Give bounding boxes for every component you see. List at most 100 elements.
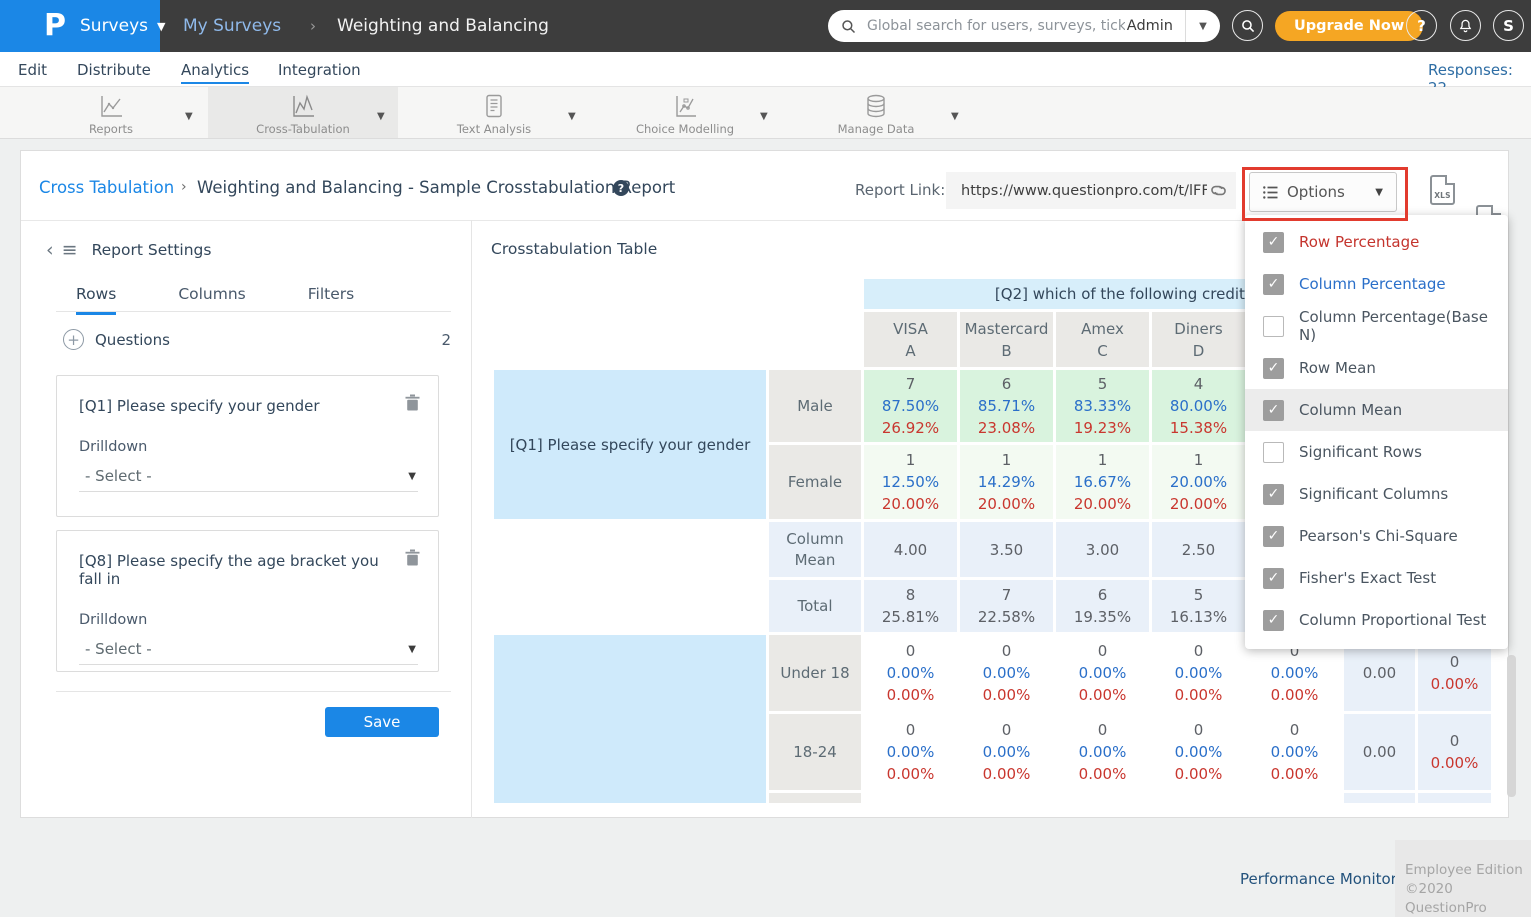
checkbox-checked-icon[interactable]: ✓ — [1263, 568, 1284, 589]
manage-data-dropdown-caret[interactable]: ▼ — [951, 111, 959, 122]
checkbox-unchecked-icon[interactable] — [1263, 442, 1284, 463]
delete-question-icon[interactable] — [405, 549, 420, 566]
chevron-down-icon: ▼ — [157, 20, 165, 33]
checkbox-checked-icon[interactable]: ✓ — [1263, 358, 1284, 379]
tool-cross-tabulation[interactable]: Cross-Tabulation — [238, 94, 368, 136]
performance-monitor-link[interactable]: Performance Monitor — [1240, 870, 1397, 888]
cell-male-visa: 787.50%26.92% — [864, 370, 957, 442]
q8-label-cell — [494, 635, 766, 803]
question-icon: ? — [1417, 17, 1426, 35]
user-avatar[interactable]: S — [1493, 10, 1524, 41]
help-button[interactable]: ? — [1406, 10, 1437, 41]
select-value: - Select - — [85, 640, 152, 658]
cell-female-mastercard: 114.29%20.00% — [960, 445, 1053, 519]
row-label-female: Female — [769, 445, 861, 519]
menu-item-row-percentage[interactable]: ✓Row Percentage — [1245, 221, 1508, 263]
search-icon — [1241, 19, 1255, 33]
add-question-button[interactable]: + — [63, 329, 84, 350]
checkbox-unchecked-icon[interactable] — [1263, 316, 1284, 337]
checkbox-checked-icon[interactable]: ✓ — [1263, 274, 1284, 295]
chevron-down-icon: ▼ — [408, 644, 416, 655]
table-scrollbar[interactable] — [1507, 655, 1516, 797]
upgrade-now-button[interactable]: Upgrade Now — [1275, 11, 1423, 41]
cell-male-diners: 480.00%15.38% — [1152, 370, 1245, 442]
save-button[interactable]: Save — [325, 707, 439, 737]
line-chart-icon — [98, 94, 124, 118]
col-header-amex: AmexC — [1056, 312, 1149, 367]
reports-dropdown-caret[interactable]: ▼ — [185, 111, 193, 122]
checkbox-checked-icon[interactable]: ✓ — [1263, 610, 1284, 631]
cell-total-diners: 516.13% — [1152, 580, 1245, 632]
divider — [56, 311, 451, 312]
product-switcher[interactable]: P Surveys ▼ — [0, 0, 160, 52]
tool-choice-modelling[interactable]: Choice Modelling — [620, 94, 750, 136]
global-search-input[interactable] — [865, 17, 1127, 35]
report-link-label: Report Link: — [855, 181, 945, 199]
search-icon — [841, 19, 856, 34]
xls-icon: XLS — [1434, 191, 1451, 200]
model-chart-icon — [672, 94, 698, 118]
checkbox-checked-icon[interactable]: ✓ — [1263, 526, 1284, 547]
questions-count: 2 — [441, 331, 451, 349]
menu-item-significant-columns[interactable]: ✓Significant Columns — [1245, 473, 1508, 515]
tool-label: Reports — [89, 122, 133, 136]
top-bar: P Surveys ▼ My Surveys › Weighting and B… — [0, 0, 1531, 52]
checkbox-checked-icon[interactable]: ✓ — [1263, 232, 1284, 253]
col-header-diners: DinersD — [1152, 312, 1245, 367]
menu-item-pearsons-chi-square[interactable]: ✓Pearson's Chi-Square — [1245, 515, 1508, 557]
tool-text-analysis[interactable]: Text Analysis — [429, 94, 559, 136]
menu-item-fishers-exact-test[interactable]: ✓Fisher's Exact Test — [1245, 557, 1508, 599]
cell-total-visa: 825.81% — [864, 580, 957, 632]
nav-analytics[interactable]: Analytics — [181, 61, 249, 84]
cross-tabulation-link[interactable]: Cross Tabulation — [39, 178, 174, 197]
chevron-down-icon: ▼ — [408, 471, 416, 482]
report-help-icon[interactable]: ? — [613, 180, 629, 196]
search-button[interactable] — [1232, 10, 1263, 41]
menu-item-column-percentage-base-n[interactable]: Column Percentage(Base N) — [1245, 305, 1508, 347]
menu-item-row-mean[interactable]: ✓Row Mean — [1245, 347, 1508, 389]
report-settings-title: Report Settings — [92, 241, 212, 259]
breadcrumb-separator: › — [181, 179, 187, 195]
nav-distribute[interactable]: Distribute — [77, 61, 151, 79]
cell-female-diners: 120.00%20.00% — [1152, 445, 1245, 519]
row-label-male: Male — [769, 370, 861, 442]
cell-total-mastercard: 722.58% — [960, 580, 1053, 632]
question-title: [Q1] Please specify your gender — [79, 397, 418, 415]
cross-tabulation-dropdown-caret[interactable]: ▼ — [377, 111, 385, 122]
choice-modelling-dropdown-caret[interactable]: ▼ — [760, 111, 768, 122]
cell-1824-col5: 00.00%0.00% — [1248, 714, 1341, 790]
drilldown-select-q8[interactable]: - Select - ▼ — [79, 628, 418, 665]
question-card-q8: [Q8] Please specify the age bracket you … — [56, 530, 439, 672]
options-button[interactable]: Options ▼ — [1249, 172, 1397, 212]
chevron-down-icon: ▼ — [1375, 187, 1383, 198]
list-icon — [1263, 186, 1278, 199]
notifications-button[interactable] — [1450, 10, 1481, 41]
menu-item-column-percentage[interactable]: ✓Column Percentage — [1245, 263, 1508, 305]
tool-reports[interactable]: Reports — [46, 94, 176, 136]
link-icon[interactable] — [1209, 181, 1228, 200]
drilldown-select-q1[interactable]: - Select - ▼ — [79, 455, 418, 492]
menu-item-column-mean[interactable]: ✓Column Mean — [1245, 389, 1508, 431]
menu-item-column-proportional-test[interactable]: ✓Column Proportional Test — [1245, 599, 1508, 641]
report-link-field[interactable] — [946, 172, 1236, 209]
options-menu: ✓Row Percentage ✓Column Percentage Colum… — [1245, 215, 1508, 649]
database-icon — [864, 94, 888, 118]
text-analysis-dropdown-caret[interactable]: ▼ — [568, 111, 576, 122]
questionpro-logo-icon: P — [44, 11, 66, 41]
menu-item-significant-rows[interactable]: Significant Rows — [1245, 431, 1508, 473]
report-url-input[interactable] — [959, 182, 1209, 200]
cell-colmean-mastercard: 3.50 — [960, 522, 1053, 577]
nav-integration[interactable]: Integration — [278, 61, 361, 79]
delete-question-icon[interactable] — [405, 394, 420, 411]
report-settings-collapse[interactable]: ‹ ≡ Report Settings — [46, 239, 211, 261]
line-chart-icon — [290, 94, 316, 118]
checkbox-checked-icon[interactable]: ✓ — [1263, 400, 1284, 421]
checkbox-checked-icon[interactable]: ✓ — [1263, 484, 1284, 505]
search-scope-dropdown[interactable]: ▼ — [1185, 10, 1220, 42]
tool-manage-data[interactable]: Manage Data — [811, 94, 941, 136]
global-search[interactable]: Admin ▼ — [828, 10, 1220, 42]
cell-colmean-visa: 4.00 — [864, 522, 957, 577]
nav-edit[interactable]: Edit — [18, 61, 47, 79]
export-xls-button[interactable]: XLS — [1430, 175, 1455, 205]
breadcrumb-my-surveys[interactable]: My Surveys — [183, 16, 281, 36]
